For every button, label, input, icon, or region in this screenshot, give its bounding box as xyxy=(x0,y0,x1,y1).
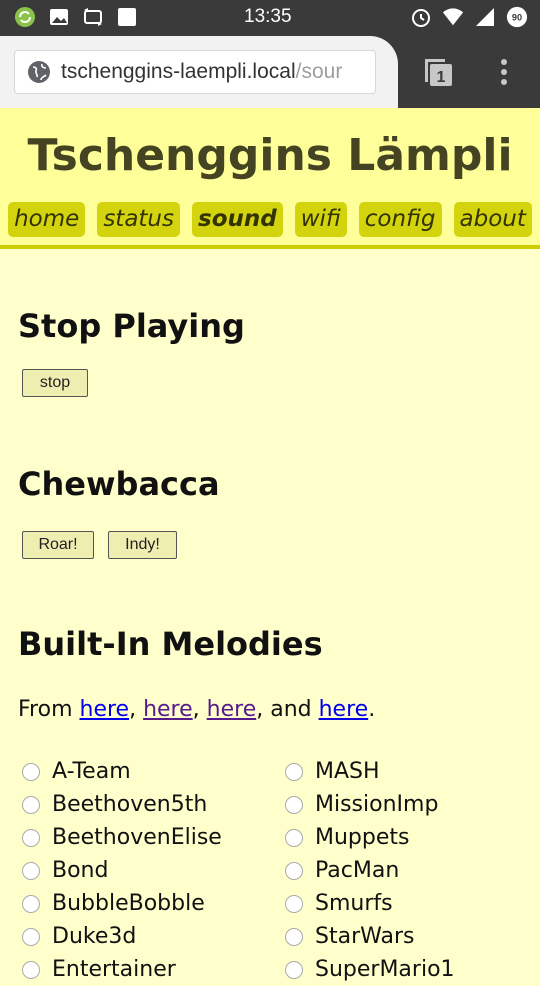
nav-status[interactable]: status xyxy=(97,202,180,237)
melody-label: MissionImp xyxy=(315,792,439,817)
stop-button[interactable]: stop xyxy=(22,369,88,397)
melody-label: SuperMario1 xyxy=(315,957,455,982)
radio-button[interactable] xyxy=(285,894,303,913)
nav-about[interactable]: about xyxy=(453,202,532,237)
melody-label: Entertainer xyxy=(52,957,176,982)
stop-heading: Stop Playing xyxy=(18,307,245,345)
url-path: /sour xyxy=(295,60,343,83)
melody-column-2: MASH MissionImp Muppets PacMan Smurfs St… xyxy=(285,755,455,986)
page-title: Tschenggins Lämpli xyxy=(27,130,513,181)
melody-label: MASH xyxy=(315,759,380,784)
melody-option[interactable]: BeethovenElise xyxy=(22,821,222,854)
radio-button[interactable] xyxy=(22,795,40,814)
wifi-icon xyxy=(442,6,464,28)
melody-label: BeethovenElise xyxy=(52,825,222,850)
status-bar: 13:35 90 xyxy=(0,0,540,36)
sync-icon xyxy=(14,6,36,28)
melody-option[interactable]: MASH xyxy=(285,755,455,788)
radio-button[interactable] xyxy=(22,927,40,946)
radio-button[interactable] xyxy=(285,960,303,979)
melody-option[interactable]: Beethoven5th xyxy=(22,788,222,821)
status-clock: 13:35 xyxy=(244,6,292,27)
nav-config[interactable]: config xyxy=(358,202,442,237)
melody-label: BubbleBobble xyxy=(52,891,205,916)
melody-label: Muppets xyxy=(315,825,410,850)
radio-button[interactable] xyxy=(22,861,40,880)
end-period: . xyxy=(368,697,376,722)
globe-icon xyxy=(27,60,51,84)
melody-label: A-Team xyxy=(52,759,131,784)
radio-button[interactable] xyxy=(22,828,40,847)
radio-button[interactable] xyxy=(285,795,303,814)
melody-option[interactable]: BubbleBobble xyxy=(22,887,222,920)
melody-label: StarWars xyxy=(315,924,415,949)
melody-option[interactable]: Entertainer xyxy=(22,953,222,986)
melodies-source-text: From here, here, here, and here. xyxy=(18,697,375,722)
indy-button[interactable]: Indy! xyxy=(108,531,177,559)
square-icon xyxy=(116,6,138,28)
melody-label: Duke3d xyxy=(52,924,137,949)
sep-1: , xyxy=(129,697,144,722)
battery-level: 90 xyxy=(512,13,522,23)
url-host: tschenggins-laempli.local xyxy=(61,60,296,83)
radio-button[interactable] xyxy=(285,927,303,946)
melody-label: Bond xyxy=(52,858,109,883)
from-prefix: From xyxy=(18,697,80,722)
melody-option[interactable]: StarWars xyxy=(285,920,455,953)
nav-sound[interactable]: sound xyxy=(192,202,283,237)
address-bar-container: tschenggins-laempli.local/sour xyxy=(0,36,398,108)
source-link-4[interactable]: here xyxy=(319,697,369,722)
melody-label: Beethoven5th xyxy=(52,792,208,817)
signal-icon xyxy=(474,6,496,28)
image-icon xyxy=(48,6,70,28)
roar-button[interactable]: Roar! xyxy=(22,531,94,559)
battery-icon: 90 xyxy=(506,6,528,28)
page-header: Tschenggins Lämpli home status sound wif… xyxy=(0,108,540,249)
address-bar[interactable]: tschenggins-laempli.local/sour xyxy=(14,50,376,94)
nav-menu: home status sound wifi config about xyxy=(0,202,540,237)
melody-option[interactable]: SuperMario1 xyxy=(285,953,455,986)
radio-button[interactable] xyxy=(285,762,303,781)
melody-option[interactable]: Muppets xyxy=(285,821,455,854)
source-link-3[interactable]: here xyxy=(207,697,257,722)
melody-column-1: A-Team Beethoven5th BeethovenElise Bond … xyxy=(22,755,222,986)
tab-switcher-button[interactable]: 1 xyxy=(422,56,454,88)
melody-option[interactable]: Duke3d xyxy=(22,920,222,953)
radio-button[interactable] xyxy=(22,894,40,913)
radio-button[interactable] xyxy=(285,828,303,847)
chewbacca-heading: Chewbacca xyxy=(18,465,220,503)
sep-2: , xyxy=(192,697,207,722)
radio-button[interactable] xyxy=(285,861,303,880)
radio-button[interactable] xyxy=(22,960,40,979)
sep-3: , and xyxy=(256,697,319,722)
alarm-icon xyxy=(410,6,432,28)
melody-option[interactable]: Bond xyxy=(22,854,222,887)
tab-count: 1 xyxy=(437,69,446,86)
screen-rotation-icon xyxy=(82,6,104,28)
source-link-1[interactable]: here xyxy=(80,697,130,722)
menu-button[interactable] xyxy=(494,56,514,88)
melody-label: Smurfs xyxy=(315,891,393,916)
nav-home[interactable]: home xyxy=(8,202,86,237)
nav-wifi[interactable]: wifi xyxy=(294,202,347,237)
browser-toolbar: tschenggins-laempli.local/sour 1 xyxy=(0,36,540,108)
source-link-2[interactable]: here xyxy=(143,697,193,722)
url-text[interactable]: tschenggins-laempli.local/sour xyxy=(61,60,342,84)
melody-label: PacMan xyxy=(315,858,400,883)
melody-option[interactable]: PacMan xyxy=(285,854,455,887)
melodies-heading: Built-In Melodies xyxy=(18,625,323,663)
radio-button[interactable] xyxy=(22,762,40,781)
melody-option[interactable]: A-Team xyxy=(22,755,222,788)
melody-option[interactable]: Smurfs xyxy=(285,887,455,920)
melody-option[interactable]: MissionImp xyxy=(285,788,455,821)
